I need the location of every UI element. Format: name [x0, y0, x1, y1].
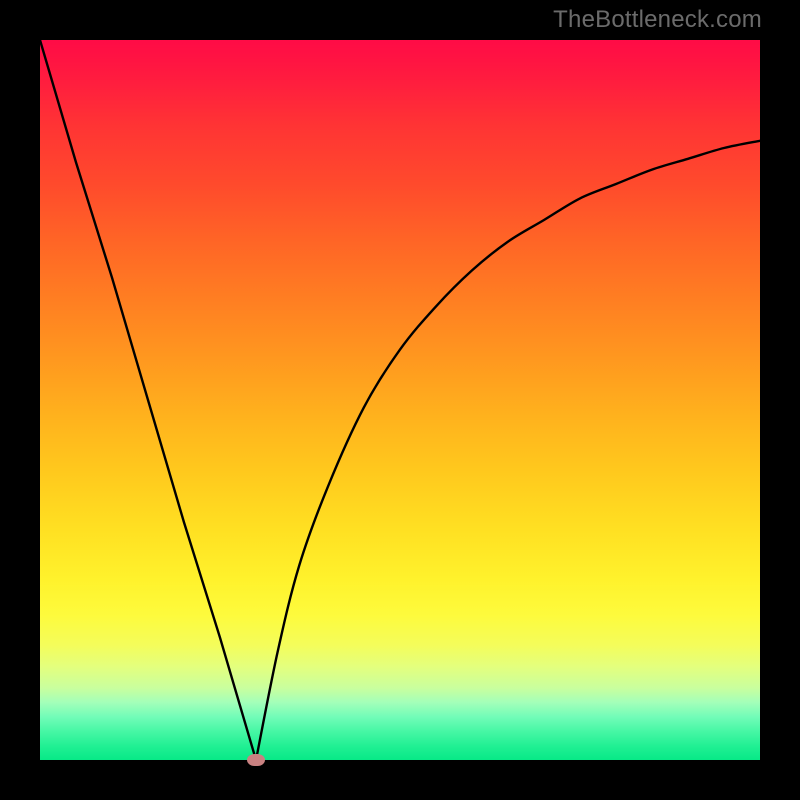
watermark-text: TheBottleneck.com — [553, 6, 762, 34]
plot-area — [40, 40, 760, 760]
minimum-marker — [247, 754, 265, 766]
bottleneck-curve — [40, 40, 760, 760]
chart-frame: TheBottleneck.com — [0, 0, 800, 800]
